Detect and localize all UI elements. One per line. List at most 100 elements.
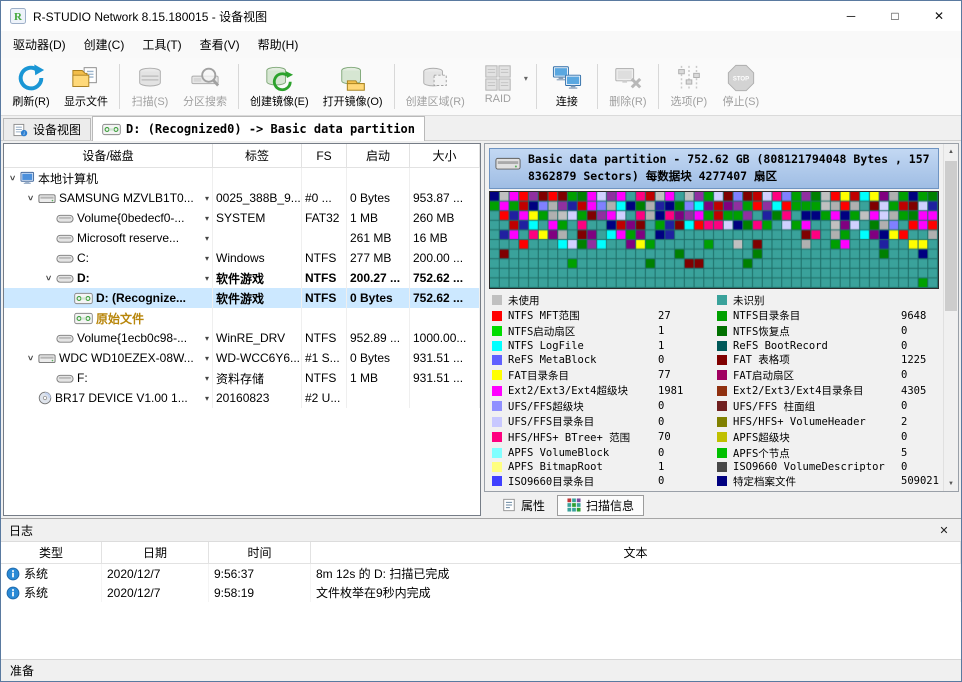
device-row[interactable]: 原始文件 [4, 308, 480, 328]
legend-label: 未识别 [733, 293, 901, 308]
legend-value: 27 [658, 310, 714, 322]
maximize-icon[interactable]: □ [873, 1, 917, 31]
scan-icon [135, 63, 165, 93]
row-dropdown-icon[interactable]: ▾ [198, 194, 209, 203]
legend-label: Ext2/Ext3/Ext4超级块 [508, 383, 658, 398]
toolbar-button-show-files[interactable]: 显示文件 [57, 59, 115, 114]
menu-item[interactable]: 帮助(H) [249, 31, 308, 58]
device-row[interactable]: BR17 DEVICE V1.00 1...▾20160823#2 U... [4, 388, 480, 408]
toolbar-button-label: 选项(P) [671, 93, 708, 109]
log-panel: 日志 ✕ 类型日期时间文本 系统2020/12/79:56:378m 12s 的… [1, 518, 961, 659]
legend-label: APFS VolumeBlock [508, 447, 658, 459]
legend-label: 未使用 [508, 293, 658, 308]
menu-item[interactable]: 查看(V) [191, 31, 249, 58]
device-row[interactable]: Volume{0bedecf0-...▾SYSTEMFAT321 MB260 M… [4, 208, 480, 228]
column-header[interactable]: FS [302, 144, 347, 168]
expander-icon[interactable]: > [44, 272, 54, 285]
legend-color-chip [717, 311, 727, 321]
legend-color-chip [717, 370, 727, 380]
log-row[interactable]: 系统2020/12/79:56:378m 12s 的 D: 扫描已完成 [1, 564, 961, 583]
row-dropdown-icon[interactable]: ▾ [198, 334, 209, 343]
log-column-header[interactable]: 日期 [102, 542, 209, 564]
device-row[interactable]: >WDC WD10EZEX-08W...▾WD-WCC6Y6...#1 S...… [4, 348, 480, 368]
volume-icon [56, 232, 74, 245]
toolbar-button-open-image[interactable]: 打开镜像(O) [316, 59, 390, 114]
scan-block-map[interactable] [489, 191, 939, 289]
menu-item[interactable]: 驱动器(D) [4, 31, 75, 58]
bottom-tab-scan-info[interactable]: 扫描信息 [557, 495, 644, 516]
row-dropdown-icon[interactable]: ▾ [198, 214, 209, 223]
legend-entry: HFS/HFS+ BTree+ 范围70 [489, 430, 714, 445]
create-image-icon [264, 63, 294, 93]
row-dropdown-icon[interactable]: ▾ [198, 354, 209, 363]
close-icon[interactable]: ✕ [917, 1, 961, 31]
legend-entry: Ext2/Ext3/Ext4目录条目4305 [714, 383, 939, 398]
legend-label: APFS BitmapRoot [508, 461, 658, 473]
scroll-down-icon[interactable]: ▼ [944, 476, 958, 491]
expander-icon[interactable]: > [8, 172, 18, 185]
toolbar-button-create-image[interactable]: 创建镜像(E) [243, 59, 316, 114]
minimize-icon[interactable]: ─ [829, 1, 873, 31]
row-dropdown-icon[interactable]: ▾ [198, 394, 209, 403]
device-name: D: (Recognize... [96, 291, 209, 305]
log-column-header[interactable]: 类型 [1, 542, 102, 564]
legend-row: 未使用 未识别 [489, 293, 939, 309]
log-title-bar: 日志 ✕ [1, 519, 961, 542]
device-cell: >SAMSUNG MZVLB1T0...▾ [4, 188, 213, 208]
label-cell: 0025_388B_9... [213, 188, 302, 208]
row-dropdown-icon[interactable]: ▾ [198, 374, 209, 383]
log-row[interactable]: 系统2020/12/79:58:19文件枚举在9秒内完成 [1, 583, 961, 602]
scrollbar[interactable]: ▲ ▼ [943, 144, 958, 491]
log-column-header[interactable]: 时间 [209, 542, 311, 564]
view-tab-0[interactable]: i设备视图 [3, 118, 91, 140]
device-view-icon: i [13, 123, 28, 137]
device-row[interactable]: >SAMSUNG MZVLB1T0...▾0025_388B_9...#0 ..… [4, 188, 480, 208]
row-dropdown-icon[interactable]: ▾ [198, 234, 209, 243]
toolbar-separator [536, 64, 537, 109]
bottom-tab-properties[interactable]: 属性 [492, 495, 555, 516]
device-row[interactable]: >D:▾软件游戏NTFS200.27 ...752.62 ... [4, 268, 480, 288]
toolbar-button-connect[interactable]: 连接 [541, 59, 593, 114]
log-close-icon[interactable]: ✕ [935, 524, 953, 537]
device-row[interactable]: C:▾WindowsNTFS277 MB200.00 ... [4, 248, 480, 268]
log-date-cell: 2020/12/7 [102, 583, 209, 602]
view-tab-1[interactable]: D: (Recognized0) -> Basic data partition [92, 116, 425, 141]
menu-item[interactable]: 创建(C) [75, 31, 134, 58]
toolbar-button-refresh[interactable]: 刷新(R) [5, 59, 57, 114]
legend-entry: UFS/FFS超级块0 [489, 399, 714, 414]
legend-label: FAT启动扇区 [733, 368, 901, 383]
fs-cell [302, 228, 347, 248]
row-dropdown-icon[interactable]: ▾ [198, 274, 209, 283]
legend-value: 1 [658, 340, 714, 352]
device-row[interactable]: F:▾资料存储NTFS1 MB931.51 ... [4, 368, 480, 388]
status-bar: 准备 [1, 659, 961, 681]
legend-value: 0 [901, 325, 939, 337]
device-row[interactable]: >本地计算机 [4, 168, 480, 188]
legend-value: 0 [901, 369, 939, 381]
legend-row: HFS/HFS+ BTree+ 范围70APFS超级块0 [489, 430, 939, 446]
device-cell: Microsoft reserve...▾ [4, 228, 213, 248]
expander-icon[interactable]: > [26, 352, 36, 365]
column-header[interactable]: 启动 [347, 144, 410, 168]
log-column-header[interactable]: 文本 [311, 542, 961, 564]
scroll-up-icon[interactable]: ▲ [944, 144, 958, 159]
scrollbar-thumb[interactable] [945, 161, 957, 311]
device-row[interactable]: Volume{1ecb0c98-...▾WinRE_DRVNTFS952.89 … [4, 328, 480, 348]
column-header[interactable]: 设备/磁盘 [4, 144, 213, 168]
legend-entry: 特定档案文件509021 [714, 474, 939, 489]
device-name: C: [77, 251, 198, 265]
menu-item[interactable]: 工具(T) [133, 31, 190, 58]
device-row[interactable]: Microsoft reserve...▾261 MB16 MB [4, 228, 480, 248]
scrollbar-track[interactable] [944, 159, 958, 476]
column-header[interactable]: 标签 [213, 144, 302, 168]
stop-icon: STOP [726, 63, 756, 93]
device-row[interactable]: D: (Recognize...软件游戏NTFS0 Bytes752.62 ..… [4, 288, 480, 308]
computer-icon [20, 171, 35, 185]
column-header[interactable]: 大小 [410, 144, 480, 168]
toolbar-dropdown-icon[interactable]: ▾ [524, 59, 532, 83]
row-dropdown-icon[interactable]: ▾ [198, 254, 209, 263]
toolbar-separator [394, 64, 395, 109]
device-name: F: [77, 371, 198, 385]
expander-icon[interactable]: > [26, 192, 36, 205]
legend-entry: 未识别 [714, 293, 939, 308]
